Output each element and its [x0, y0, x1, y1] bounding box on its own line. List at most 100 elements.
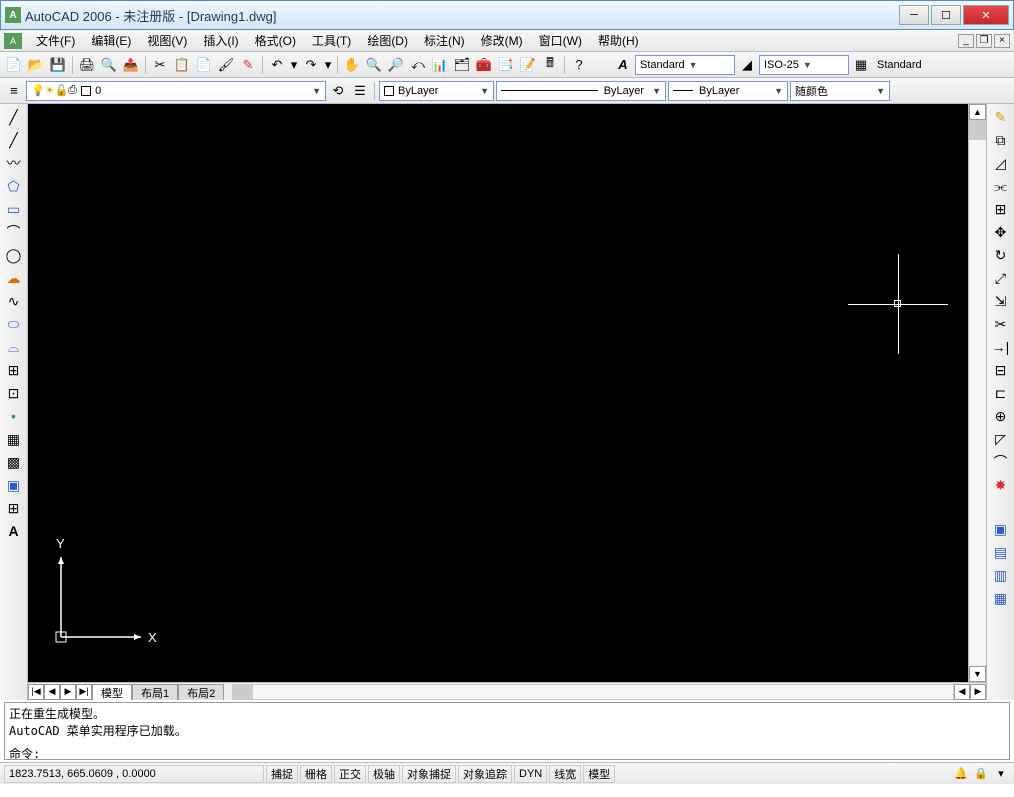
break-icon[interactable]: ⊏ [990, 382, 1012, 404]
tab-prev-icon[interactable]: ◀ [44, 684, 60, 700]
help-icon[interactable]: ? [569, 55, 589, 75]
menu-help[interactable]: 帮助(H) [590, 30, 647, 51]
draworder-front-icon[interactable]: ▣ [990, 518, 1012, 540]
quickcalc-icon[interactable]: 🖩 [540, 55, 560, 75]
copy-icon[interactable]: 📋 [172, 55, 192, 75]
menu-edit[interactable]: 编辑(E) [83, 30, 139, 51]
gradient-icon[interactable]: ▩ [3, 451, 25, 473]
polyline-icon[interactable]: 〰 [3, 152, 25, 174]
tool-palette-icon[interactable]: 🧰 [474, 55, 494, 75]
toggle-dyn[interactable]: DYN [514, 765, 547, 783]
erase-icon[interactable]: ✎ [990, 106, 1012, 128]
menu-tools[interactable]: 工具(T) [304, 30, 359, 51]
rectangle-icon[interactable]: ▭ [3, 198, 25, 220]
new-icon[interactable]: 📄 [4, 55, 24, 75]
lock-tray-icon[interactable]: 🔒 [972, 765, 990, 783]
close-button[interactable]: ✕ [963, 5, 1009, 25]
maximize-button[interactable]: ☐ [931, 5, 961, 25]
tab-last-icon[interactable]: ▶| [76, 684, 92, 700]
spline-icon[interactable]: ∿ [3, 290, 25, 312]
menu-dimension[interactable]: 标注(N) [416, 30, 473, 51]
toggle-lwt[interactable]: 线宽 [549, 765, 581, 783]
offset-icon[interactable]: ⫘ [990, 175, 1012, 197]
mirror-icon[interactable]: ◿ [990, 152, 1012, 174]
polygon-icon[interactable]: ⬠ [3, 175, 25, 197]
menu-draw[interactable]: 绘图(D) [359, 30, 416, 51]
make-block-icon[interactable]: ⊡ [3, 382, 25, 404]
copy-obj-icon[interactable]: ⧉ [990, 129, 1012, 151]
explode-icon[interactable]: ✸ [990, 474, 1012, 496]
stretch-icon[interactable]: ⇲ [990, 290, 1012, 312]
draworder-back-icon[interactable]: ▤ [990, 541, 1012, 563]
zoom-rt-icon[interactable]: 🔍 [364, 55, 384, 75]
scroll-down-icon[interactable]: ▼ [969, 666, 986, 682]
tab-model[interactable]: 模型 [92, 684, 132, 700]
pan-icon[interactable]: ✋ [342, 55, 362, 75]
fillet-icon[interactable]: ⌒ [990, 451, 1012, 473]
vertical-scrollbar[interactable]: ▲ ▼ [968, 104, 986, 682]
lineweight-dropdown[interactable]: ByLayer ▼ [668, 81, 788, 101]
menu-window[interactable]: 窗口(W) [531, 30, 590, 51]
tab-layout1[interactable]: 布局1 [132, 684, 178, 700]
toggle-ortho[interactable]: 正交 [334, 765, 366, 783]
chamfer-icon[interactable]: ◸ [990, 428, 1012, 450]
trim-icon[interactable]: ✂ [990, 313, 1012, 335]
coordinates-display[interactable]: 1823.7513, 665.0609 , 0.0000 [4, 765, 264, 783]
toggle-model[interactable]: 模型 [583, 765, 615, 783]
join-icon[interactable]: ⊕ [990, 405, 1012, 427]
comm-center-icon[interactable]: 🔔 [952, 765, 970, 783]
layer-prev-icon[interactable]: ⟲ [328, 81, 348, 101]
drawing-canvas[interactable]: X Y [28, 104, 968, 682]
mdi-close[interactable]: × [994, 34, 1010, 48]
ellipse-arc-icon[interactable]: ⌓ [3, 336, 25, 358]
scroll-up-icon[interactable]: ▲ [969, 104, 986, 120]
ellipse-icon[interactable]: ⬭ [3, 313, 25, 335]
mdi-minimize[interactable]: _ [958, 34, 974, 48]
publish-icon[interactable]: 📤 [121, 55, 141, 75]
text-style-dropdown[interactable]: Standard▼ [635, 55, 735, 75]
plotstyle-dropdown[interactable]: 随颜色 ▼ [790, 81, 890, 101]
arc-icon[interactable]: ⌒ [3, 221, 25, 243]
undo-icon[interactable]: ↶ [267, 55, 287, 75]
table-icon[interactable]: ⊞ [3, 497, 25, 519]
break-point-icon[interactable]: ⊟ [990, 359, 1012, 381]
block-editor-icon[interactable]: ✎ [238, 55, 258, 75]
print-preview-icon[interactable]: 🔍 [99, 55, 119, 75]
toggle-snap[interactable]: 捕捉 [266, 765, 298, 783]
rotate-icon[interactable]: ↻ [990, 244, 1012, 266]
match-props-icon[interactable]: 🖌 [216, 55, 236, 75]
layer-states-icon[interactable]: ☰ [350, 81, 370, 101]
revcloud-icon[interactable]: ☁ [3, 267, 25, 289]
redo-icon[interactable]: ↷ [301, 55, 321, 75]
circle-icon[interactable]: ◯ [3, 244, 25, 266]
menu-insert[interactable]: 插入(I) [195, 30, 246, 51]
command-line[interactable]: 正在重生成模型。 AutoCAD 菜单实用程序已加载。 命令: [4, 702, 1010, 760]
scale-icon[interactable]: ⤢ [990, 267, 1012, 289]
draworder-above-icon[interactable]: ▥ [990, 564, 1012, 586]
table-style-icon[interactable]: ▦ [851, 55, 871, 75]
text-style-icon[interactable]: A [613, 55, 633, 75]
insert-block-icon[interactable]: ⊞ [3, 359, 25, 381]
array-icon[interactable]: ⊞ [990, 198, 1012, 220]
point-icon[interactable]: • [3, 405, 25, 427]
move-icon[interactable]: ✥ [990, 221, 1012, 243]
hatch-icon[interactable]: ▦ [3, 428, 25, 450]
print-icon[interactable]: 🖨 [77, 55, 97, 75]
menu-view[interactable]: 视图(V) [139, 30, 195, 51]
toggle-polar[interactable]: 极轴 [368, 765, 400, 783]
layer-dropdown[interactable]: 💡 ☀ 🔓 ⎙ 0 ▼ [26, 81, 326, 101]
cut-icon[interactable]: ✂ [150, 55, 170, 75]
undo-dd-icon[interactable]: ▾ [289, 55, 299, 75]
toggle-grid[interactable]: 栅格 [300, 765, 332, 783]
extend-icon[interactable]: →| [990, 336, 1012, 358]
tray-settings-icon[interactable]: ▾ [992, 765, 1010, 783]
open-icon[interactable]: 📂 [26, 55, 46, 75]
toggle-otrack[interactable]: 对象追踪 [458, 765, 512, 783]
linetype-dropdown[interactable]: ByLayer ▼ [496, 81, 666, 101]
tab-first-icon[interactable]: |◀ [28, 684, 44, 700]
mdi-restore[interactable]: ❐ [976, 34, 992, 48]
design-center-icon[interactable]: 🗂 [452, 55, 472, 75]
line-icon[interactable]: ╱ [3, 106, 25, 128]
markup-icon[interactable]: 📝 [518, 55, 538, 75]
zoom-window-icon[interactable]: 🔎 [386, 55, 406, 75]
